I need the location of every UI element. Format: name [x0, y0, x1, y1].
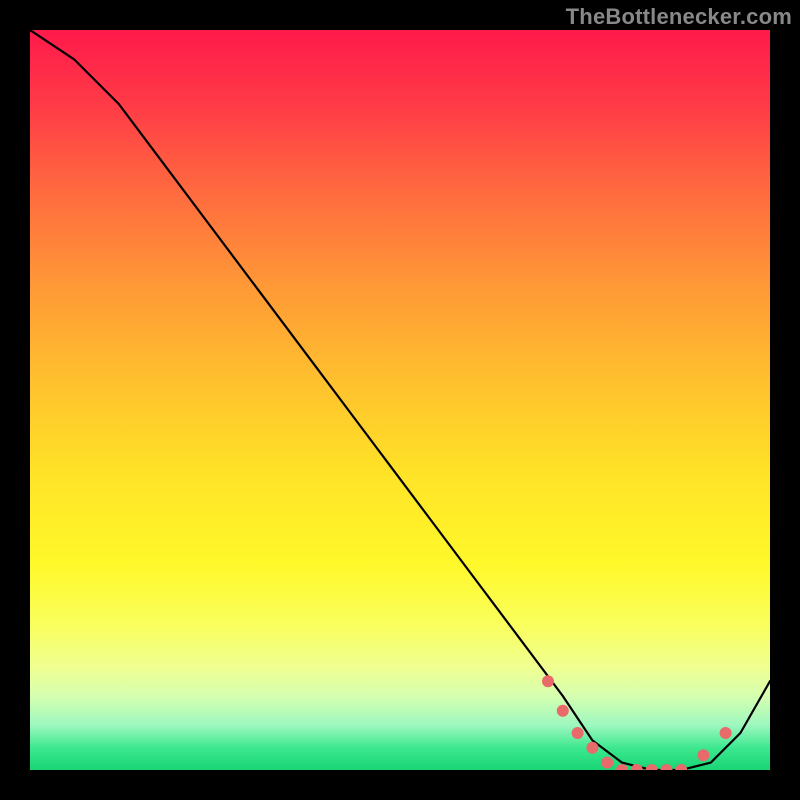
- marker-point: [572, 727, 584, 739]
- marker-point: [616, 764, 628, 770]
- marker-point: [675, 764, 687, 770]
- marker-point: [557, 705, 569, 717]
- marker-point: [660, 764, 672, 770]
- marker-point: [646, 764, 658, 770]
- marker-point: [697, 749, 709, 761]
- plot-area: [30, 30, 770, 770]
- chart-frame: TheBottlenecker.com: [0, 0, 800, 800]
- marker-point: [720, 727, 732, 739]
- marker-point: [601, 757, 613, 769]
- marker-point: [542, 675, 554, 687]
- watermark-text: TheBottlenecker.com: [566, 4, 792, 30]
- bottleneck-curve-line: [30, 30, 770, 770]
- chart-svg: [30, 30, 770, 770]
- marker-point: [586, 742, 598, 754]
- highlighted-points: [542, 675, 732, 770]
